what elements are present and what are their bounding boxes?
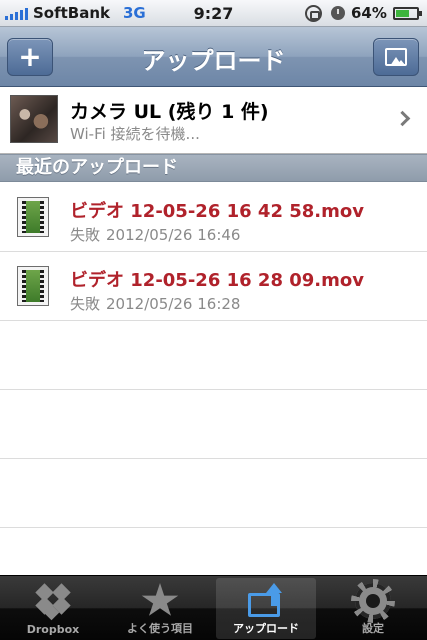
tab-dropbox[interactable]: Dropbox bbox=[3, 578, 103, 639]
tab-uploads[interactable]: アップロード bbox=[216, 578, 316, 639]
gear-icon bbox=[351, 579, 395, 623]
star-icon bbox=[141, 583, 179, 616]
rotation-lock-icon bbox=[305, 5, 322, 22]
battery-fill bbox=[396, 10, 409, 17]
photo-icon bbox=[385, 48, 407, 66]
navigation-bar: + アップロード bbox=[0, 27, 427, 87]
alarm-icon bbox=[331, 6, 345, 20]
tab-bar: Dropbox よく使う項目 アップロード 設定 bbox=[0, 575, 427, 640]
upload-detail: 失敗 2012/05/26 16:28 bbox=[70, 293, 246, 314]
camera-upload-status: Wi-Fi 接続を待機... bbox=[70, 125, 200, 143]
list-item[interactable]: ビデオ 12-05-26 16 28 09.mov 失敗 2012/05/26 1… bbox=[0, 252, 427, 321]
list-item[interactable]: ビデオ 12-05-26 16 42 58.mov 失敗 2012/05/26 1… bbox=[0, 183, 427, 252]
recent-uploads-list: ビデオ 12-05-26 16 42 58.mov 失敗 2012/05/26 1… bbox=[0, 183, 427, 597]
video-file-icon bbox=[17, 197, 49, 237]
camera-thumbnail bbox=[10, 95, 58, 143]
upload-date: 2012/05/26 16:46 bbox=[106, 226, 241, 244]
add-button[interactable]: + bbox=[7, 38, 53, 76]
file-name: ビデオ 12-05-26 16 28 09.mov bbox=[70, 270, 364, 291]
section-header: 最近のアップロード bbox=[0, 154, 427, 182]
tab-settings[interactable]: 設定 bbox=[323, 578, 423, 639]
empty-row bbox=[0, 390, 427, 459]
tab-label: アップロード bbox=[233, 622, 299, 635]
empty-row bbox=[0, 459, 427, 528]
upload-status: 失敗 bbox=[70, 295, 101, 313]
dropbox-icon bbox=[34, 583, 72, 621]
tab-label: 設定 bbox=[362, 622, 384, 635]
battery-icon bbox=[393, 7, 422, 20]
empty-row bbox=[0, 321, 427, 390]
upload-status: 失敗 bbox=[70, 226, 101, 244]
file-name: ビデオ 12-05-26 16 42 58.mov bbox=[70, 201, 364, 222]
status-bar: SoftBank 3G 9:27 64% bbox=[0, 0, 427, 27]
upload-detail: 失敗 2012/05/26 16:46 bbox=[70, 224, 246, 245]
tab-label: Dropbox bbox=[26, 623, 80, 636]
tab-favorites[interactable]: よく使う項目 bbox=[110, 578, 210, 639]
chevron-right-icon bbox=[394, 110, 411, 127]
camera-upload-row[interactable]: カメラ UL (残り 1 件) Wi-Fi 接続を待機... bbox=[0, 88, 427, 154]
page-title: アップロード bbox=[141, 47, 286, 75]
photo-library-button[interactable] bbox=[373, 38, 419, 76]
upload-icon bbox=[246, 583, 286, 619]
battery-percentage: 64% bbox=[351, 4, 387, 22]
upload-date: 2012/05/26 16:28 bbox=[106, 295, 241, 313]
tab-label: よく使う項目 bbox=[127, 622, 193, 635]
video-file-icon bbox=[17, 266, 49, 306]
camera-upload-title: カメラ UL (残り 1 件) bbox=[70, 101, 269, 123]
